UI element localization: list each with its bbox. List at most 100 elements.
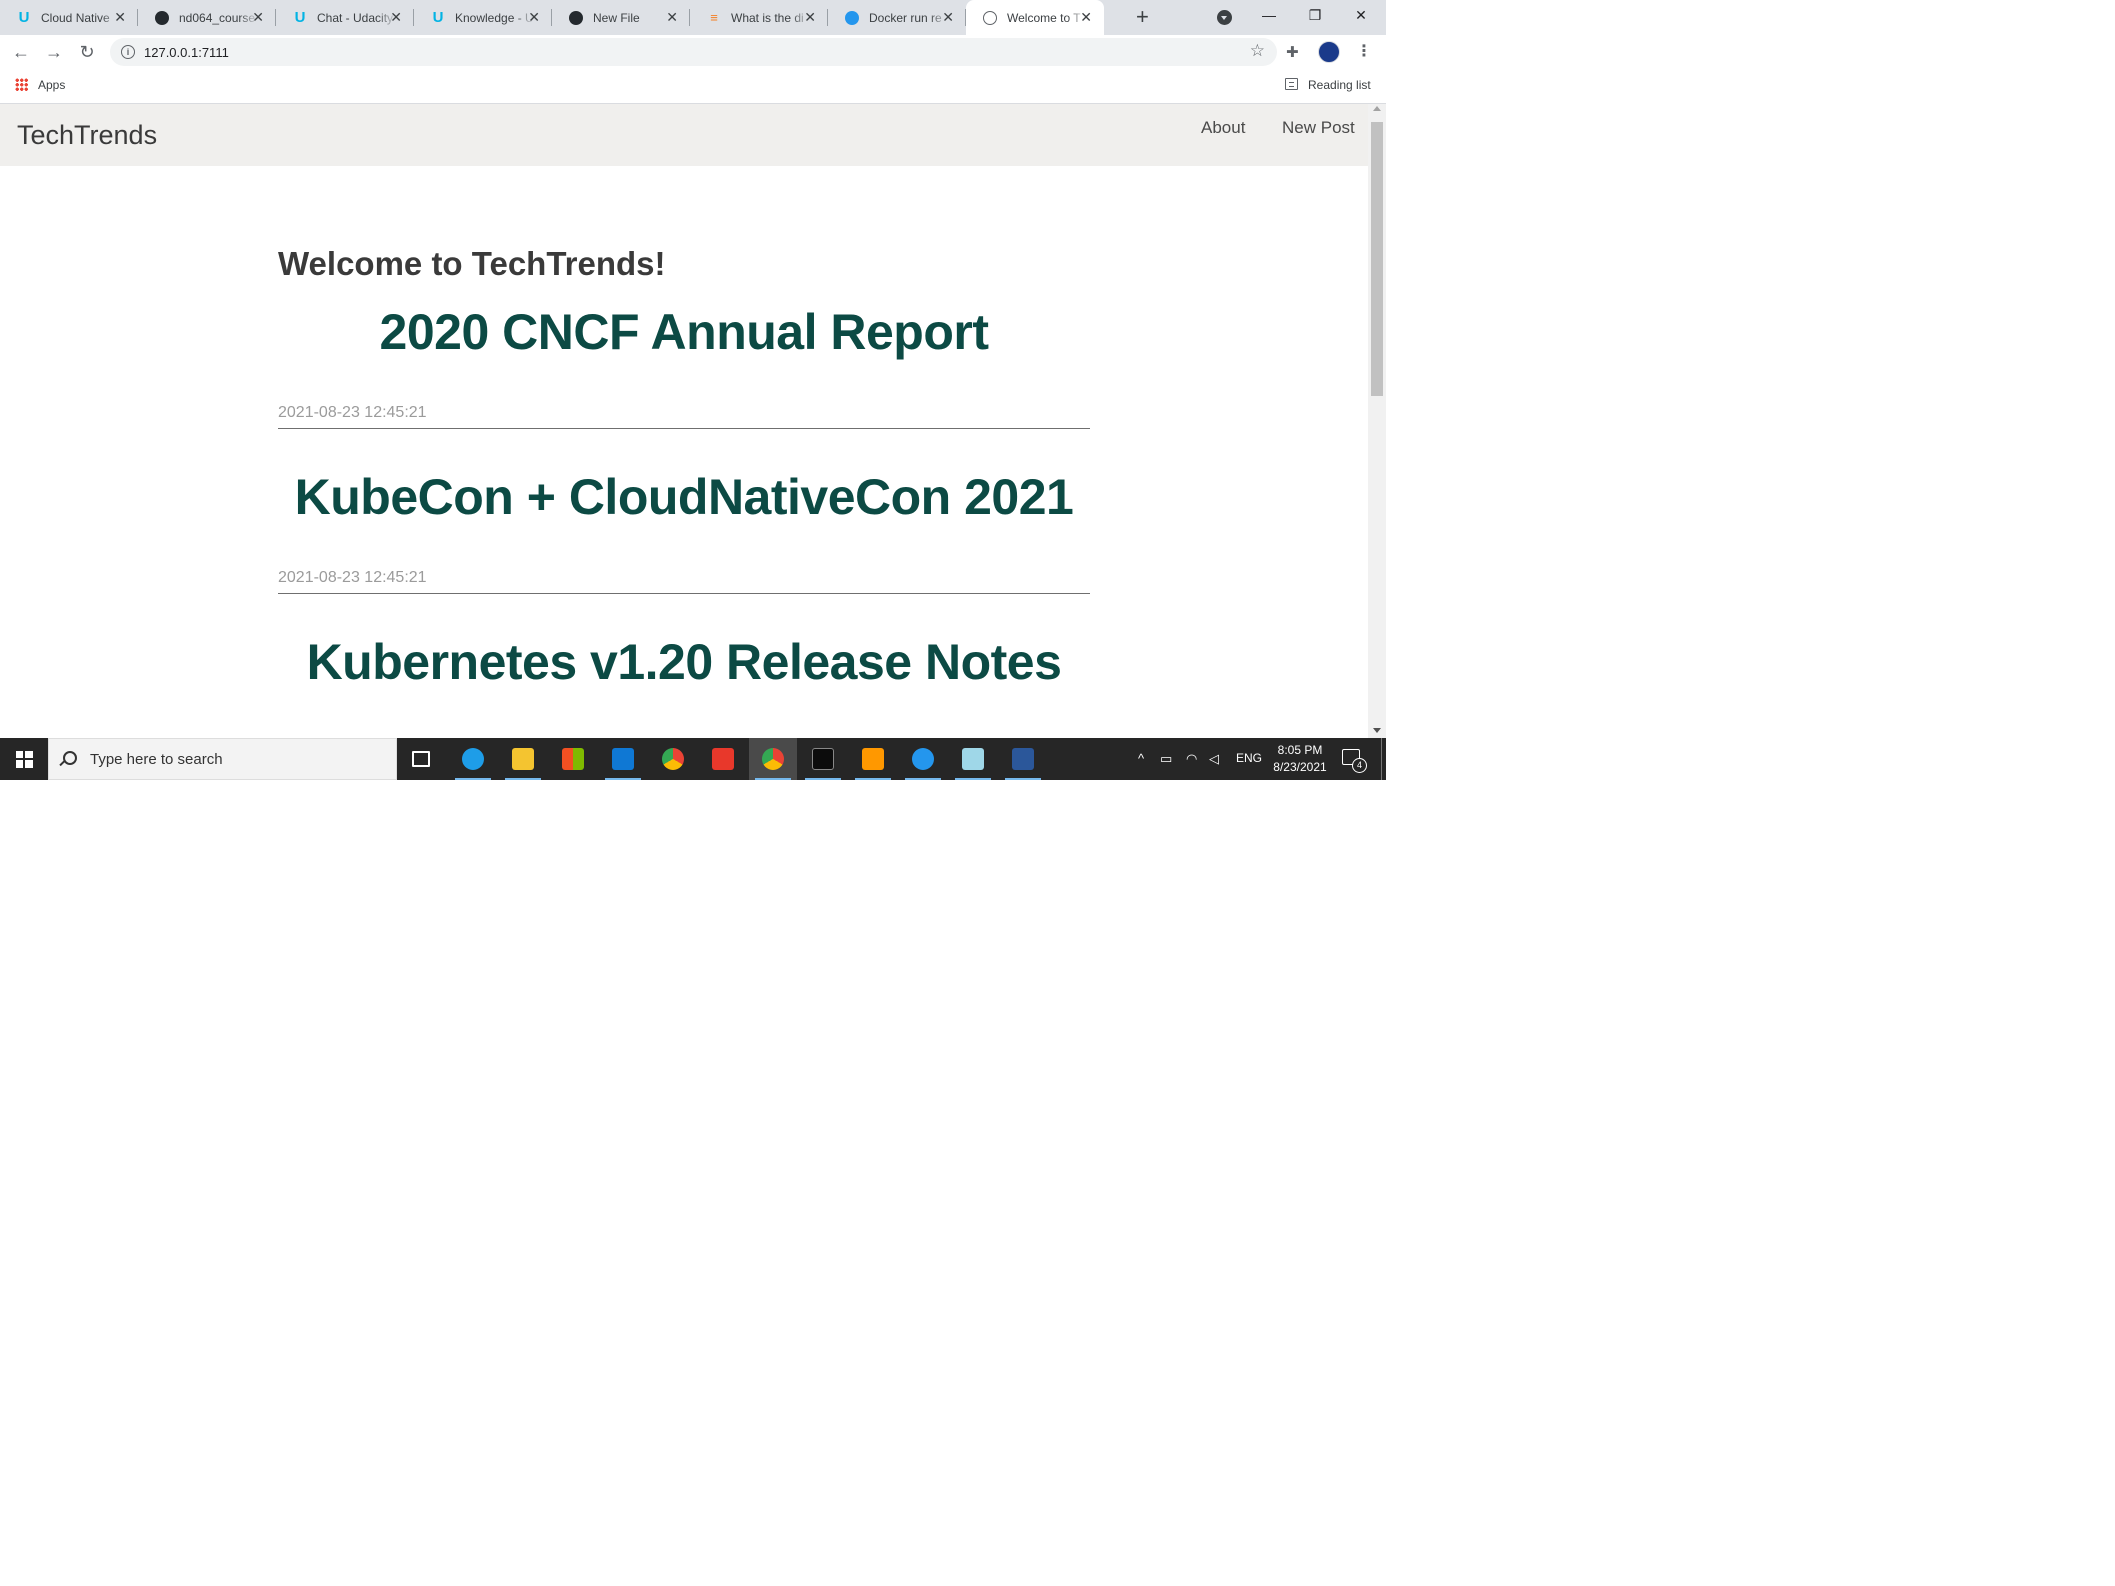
github-icon — [154, 10, 170, 26]
clock-time[interactable]: 8:05 PM — [1271, 743, 1329, 757]
mail-icon — [612, 748, 634, 770]
post-item: KubeCon + CloudNativeCon 2021 2021-08-23… — [278, 469, 1090, 594]
task-view-button[interactable] — [397, 738, 445, 780]
browser-tab[interactable]: U Knowledge - Udacity ✕ — [414, 0, 552, 35]
globe-icon — [982, 10, 998, 26]
close-icon[interactable]: ✕ — [390, 9, 402, 25]
scroll-up-arrow-icon[interactable] — [1373, 106, 1381, 111]
edge-icon — [462, 748, 484, 770]
scroll-down-arrow-icon[interactable] — [1373, 728, 1381, 733]
taskbar-sublime[interactable] — [849, 738, 897, 780]
tab-title: New File — [593, 10, 640, 25]
chrome-icon — [762, 748, 784, 770]
search-placeholder[interactable]: Type here to search — [90, 751, 223, 768]
taskbar-word[interactable] — [999, 738, 1047, 780]
close-icon[interactable]: ✕ — [528, 9, 540, 25]
close-icon[interactable]: ✕ — [942, 9, 954, 25]
chrome-icon — [662, 748, 684, 770]
restore-button[interactable]: ❐ — [1292, 0, 1338, 30]
start-button[interactable] — [0, 738, 48, 780]
taskbar-terminal[interactable] — [799, 738, 847, 780]
close-icon[interactable]: ✕ — [1080, 9, 1092, 25]
browser-tab[interactable]: New File ✕ — [552, 0, 690, 35]
close-icon[interactable]: ✕ — [666, 9, 678, 25]
extensions-icon[interactable]: ✚ — [1286, 43, 1299, 61]
close-icon[interactable]: ✕ — [114, 9, 126, 25]
chevron-up-icon[interactable]: ^ — [1138, 751, 1144, 766]
close-icon[interactable]: ✕ — [804, 9, 816, 25]
browser-tab[interactable]: U Cloud Native ✕ — [0, 0, 138, 35]
taskbar-notes[interactable] — [949, 738, 997, 780]
volume-icon[interactable]: ◁ — [1209, 751, 1219, 767]
kebab-menu-icon[interactable]: ⋮ — [1356, 41, 1372, 61]
task-view-icon — [412, 751, 430, 767]
bookmarks-bar: Apps Reading list — [0, 69, 1386, 104]
browser-tab[interactable]: nd064_course ✕ — [138, 0, 276, 35]
taskbar-file-explorer[interactable] — [499, 738, 547, 780]
browser-tab[interactable]: ≡ What is the di ✕ — [690, 0, 828, 35]
tab-title: What is the di — [731, 10, 804, 25]
taskbar-mail[interactable] — [599, 738, 647, 780]
reading-list-button[interactable]: Reading list — [1308, 78, 1371, 92]
battery-icon[interactable]: ▭ — [1160, 751, 1172, 767]
browser-tab-active[interactable]: Welcome to T ✕ — [966, 0, 1104, 35]
udacity-icon: U — [294, 9, 306, 26]
taskbar-git-app[interactable] — [699, 738, 747, 780]
taskbar-chrome[interactable] — [649, 738, 697, 780]
nav-about-link[interactable]: About — [1201, 118, 1245, 138]
terminal-icon — [812, 748, 834, 770]
apps-bookmark[interactable]: Apps — [38, 78, 65, 92]
docker-icon — [844, 10, 860, 26]
show-desktop-button[interactable] — [1381, 738, 1382, 780]
taskbar-docker[interactable] — [899, 738, 947, 780]
bookmark-star-icon[interactable]: ☆ — [1250, 41, 1265, 61]
apps-grid-icon[interactable] — [15, 78, 28, 91]
url-text[interactable]: 127.0.0.1:7111 — [144, 45, 229, 60]
reading-list-icon[interactable] — [1285, 78, 1298, 90]
screen: U Cloud Native ✕ nd064_course ✕ U Chat -… — [0, 0, 1386, 780]
clock-date[interactable]: 8/23/2021 — [1271, 760, 1329, 774]
vertical-scrollbar[interactable] — [1368, 104, 1386, 738]
udacity-icon: U — [432, 9, 444, 26]
scrollbar-thumb[interactable] — [1371, 122, 1383, 396]
browser-tab-strip: U Cloud Native ✕ nd064_course ✕ U Chat -… — [0, 0, 1386, 35]
page-title: Welcome to TechTrends! — [278, 245, 666, 282]
info-icon[interactable]: i — [121, 45, 135, 59]
nav-new-post-link[interactable]: New Post — [1282, 118, 1355, 138]
windows-logo-icon — [15, 750, 33, 768]
reload-button[interactable]: ↻ — [75, 40, 99, 64]
new-tab-button[interactable]: + — [1136, 4, 1149, 30]
taskbar-store[interactable] — [549, 738, 597, 780]
post-divider — [278, 593, 1090, 594]
back-button[interactable]: ← — [9, 40, 33, 64]
post-title-link[interactable]: 2020 CNCF Annual Report — [278, 304, 1090, 360]
close-icon[interactable]: ✕ — [252, 9, 264, 25]
profile-avatar[interactable] — [1318, 41, 1340, 63]
forward-button[interactable]: → — [42, 40, 66, 64]
language-indicator[interactable]: ENG — [1236, 751, 1262, 765]
minimize-button[interactable]: — — [1246, 0, 1292, 30]
tab-title: Knowledge - Udacity — [455, 10, 535, 25]
stackoverflow-icon: ≡ — [710, 10, 718, 25]
address-bar[interactable]: i 127.0.0.1:7111 ☆ — [110, 38, 1277, 66]
site-brand-link[interactable]: TechTrends — [17, 120, 157, 151]
close-window-button[interactable]: ✕ — [1338, 0, 1384, 30]
tab-title: Chat - Udacity — [317, 10, 394, 25]
search-icon — [63, 751, 77, 765]
tab-search-icon[interactable] — [1217, 10, 1232, 25]
docker-icon — [912, 748, 934, 770]
folder-icon — [512, 748, 534, 770]
tab-title: nd064_course — [179, 10, 256, 25]
browser-tab[interactable]: Docker run re ✕ — [828, 0, 966, 35]
post-title-link[interactable]: KubeCon + CloudNativeCon 2021 — [278, 469, 1090, 525]
browser-tab[interactable]: U Chat - Udacity ✕ — [276, 0, 414, 35]
notification-badge: 4 — [1352, 758, 1367, 773]
taskbar-edge[interactable] — [449, 738, 497, 780]
taskbar-chrome-active[interactable] — [749, 738, 797, 780]
post-title-link[interactable]: Kubernetes v1.20 Release Notes — [278, 634, 1090, 690]
wifi-icon[interactable]: ◠ — [1186, 751, 1197, 767]
store-icon — [562, 748, 584, 770]
browser-toolbar: ← → ↻ i 127.0.0.1:7111 ☆ ✚ ⋮ — [0, 35, 1386, 69]
udacity-icon: U — [18, 9, 30, 26]
taskbar-search-box[interactable]: Type here to search — [48, 738, 397, 780]
